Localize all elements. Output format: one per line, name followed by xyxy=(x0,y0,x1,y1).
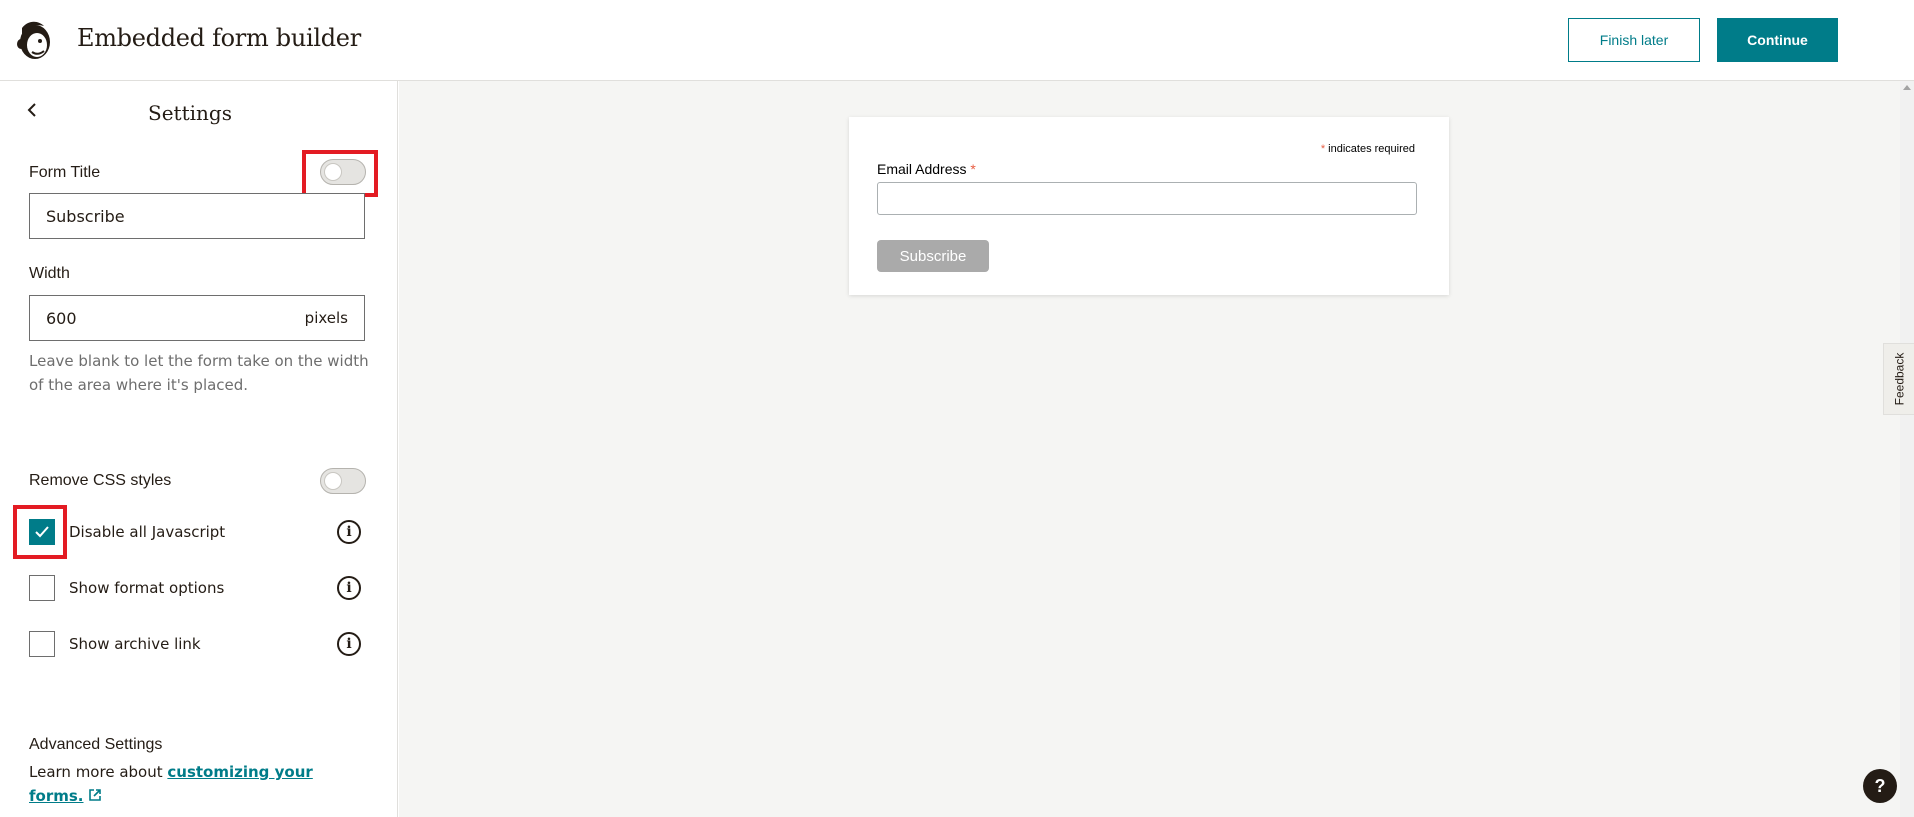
embedded-form-card: * indicates required Email Address * Sub… xyxy=(849,117,1449,295)
scroll-up-arrow-icon[interactable] xyxy=(1903,85,1911,90)
mailchimp-logo-icon[interactable] xyxy=(14,18,54,62)
continue-button[interactable]: Continue xyxy=(1717,18,1838,62)
help-button[interactable]: ? xyxy=(1863,769,1897,803)
info-icon[interactable]: i xyxy=(337,576,361,600)
width-helper-text: Leave blank to let the form take on the … xyxy=(29,352,369,394)
top-header: Embedded form builder Finish later Conti… xyxy=(0,0,1914,81)
width-label: Width xyxy=(29,265,70,282)
subscribe-button[interactable]: Subscribe xyxy=(877,240,989,272)
email-address-label: Email Address * xyxy=(877,161,976,177)
external-link-icon[interactable] xyxy=(88,785,102,809)
form-title-input[interactable]: Subscribe xyxy=(29,193,365,239)
sidebar-title: Settings xyxy=(148,101,232,125)
remove-css-toggle[interactable] xyxy=(320,468,366,494)
feedback-tab[interactable]: Feedback xyxy=(1883,343,1914,415)
info-icon[interactable]: i xyxy=(337,520,361,544)
form-title-label: Form Title xyxy=(29,164,101,181)
finish-later-button[interactable]: Finish later xyxy=(1568,18,1700,62)
disable-javascript-label: Disable all Javascript xyxy=(69,523,226,541)
advanced-settings-text: Learn more about customizing your forms. xyxy=(29,760,349,809)
remove-css-label: Remove CSS styles xyxy=(29,472,172,489)
show-format-options-checkbox[interactable] xyxy=(29,575,55,601)
info-icon[interactable]: i xyxy=(337,632,361,656)
show-archive-link-checkbox[interactable] xyxy=(29,631,55,657)
width-unit: pixels xyxy=(304,309,348,327)
form-title-value: Subscribe xyxy=(46,206,125,226)
show-format-options-label: Show format options xyxy=(69,579,225,597)
advanced-settings-prefix: Learn more about xyxy=(29,763,168,781)
form-title-toggle[interactable] xyxy=(320,159,366,185)
width-input[interactable]: 600 pixels xyxy=(29,295,365,341)
form-preview-area: * indicates required Email Address * Sub… xyxy=(399,81,1914,817)
app-title: Embedded form builder xyxy=(77,24,361,52)
width-value: 600 xyxy=(46,308,77,328)
show-archive-link-label: Show archive link xyxy=(69,635,201,653)
advanced-settings-title: Advanced Settings xyxy=(29,736,163,753)
toggle-knob xyxy=(324,472,342,490)
toggle-knob xyxy=(324,163,342,181)
vertical-scrollbar[interactable] xyxy=(1900,81,1914,817)
disable-javascript-checkbox[interactable] xyxy=(29,519,55,545)
required-note: * indicates required xyxy=(1321,143,1415,155)
feedback-label: Feedback xyxy=(1892,352,1907,406)
email-label-text: Email Address xyxy=(877,161,971,177)
email-required-asterisk: * xyxy=(970,161,976,177)
settings-sidebar: Settings Form Title Subscribe Width 600 … xyxy=(0,81,398,817)
required-note-text: indicates required xyxy=(1325,143,1415,155)
email-address-input[interactable] xyxy=(877,182,1417,215)
